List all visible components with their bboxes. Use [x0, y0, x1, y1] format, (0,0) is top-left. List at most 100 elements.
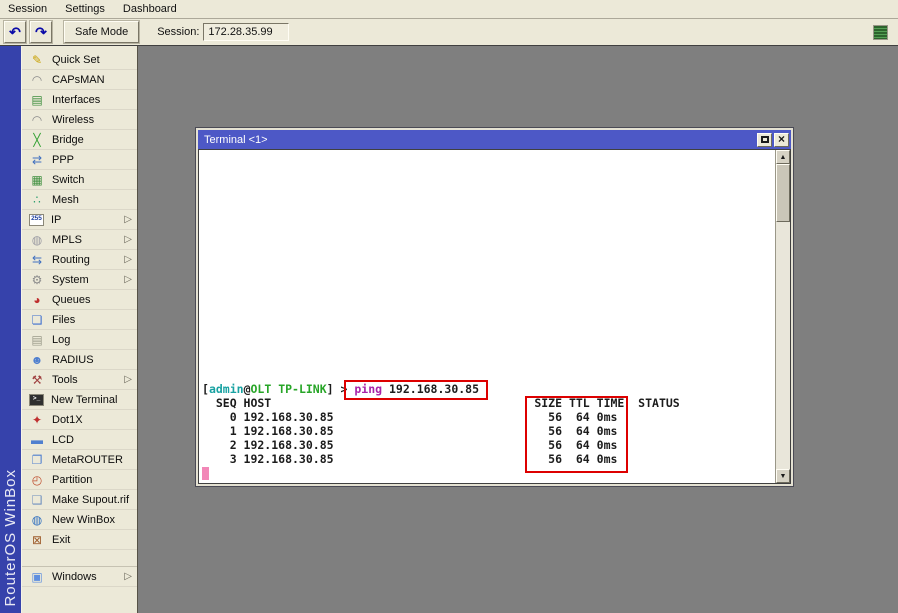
- sidebar-item-routing[interactable]: ⇆Routing▷: [22, 250, 137, 270]
- sidebar-item-label: Files: [52, 314, 75, 326]
- sidebar-separator: [22, 550, 137, 567]
- menu-bar: Session Settings Dashboard: [0, 0, 898, 19]
- terminal-scrollbar[interactable]: ▲ ▼: [775, 150, 790, 483]
- sidebar-item-label: Bridge: [52, 134, 84, 146]
- terminal-content[interactable]: [admin@OLT TP-LINK] > ping 192.168.30.85…: [199, 150, 775, 483]
- sidebar-item-quick-set[interactable]: ✎Quick Set: [22, 50, 137, 70]
- submenu-arrow-icon: ▷: [124, 214, 132, 225]
- scroll-down-button[interactable]: ▼: [776, 469, 790, 483]
- undo-icon: ↶: [9, 25, 21, 39]
- submenu-arrow-icon: ▷: [124, 274, 132, 285]
- metarouter-icon: ❐: [29, 452, 45, 468]
- sidebar-item-new-terminal[interactable]: >_New Terminal: [22, 390, 137, 410]
- terminal-header-line: SEQ HOST SIZE TTL TIME STATUS: [202, 396, 680, 410]
- exit-icon: ⊠: [29, 532, 45, 548]
- sidebar-item-windows[interactable]: ▣Windows▷: [22, 567, 137, 587]
- close-icon: ×: [778, 133, 785, 145]
- switch-icon: ▦: [29, 172, 45, 188]
- sidebar-item-label: Queues: [52, 294, 91, 306]
- sidebar-item-label: MetaROUTER: [52, 454, 123, 466]
- sidebar-item-exit[interactable]: ⊠ Exit: [22, 530, 137, 550]
- sidebar-item-radius[interactable]: ☻RADIUS: [22, 350, 137, 370]
- sidebar-item-queues[interactable]: ◕ Queues: [22, 290, 137, 310]
- mesh-icon: ∴: [29, 192, 45, 208]
- sidebar-item-capsman[interactable]: ◠ CAPsMAN: [22, 70, 137, 90]
- sidebar-item-label: Wireless: [52, 114, 94, 126]
- redo-icon: ↷: [35, 25, 47, 39]
- maximize-icon: [761, 136, 769, 143]
- sidebar-item-label: Mesh: [52, 194, 79, 206]
- prompt-segment-default: ] >: [327, 382, 355, 396]
- sidebar-item-label: PPP: [52, 154, 74, 166]
- menu-dashboard[interactable]: Dashboard: [123, 3, 177, 15]
- terminal-prompt-line: [admin@OLT TP-LINK] > ping 192.168.30.85: [202, 382, 680, 396]
- sidebar-item-tools[interactable]: ⚒Tools▷: [22, 370, 137, 390]
- sidebar-item-mpls[interactable]: ◍MPLS▷: [22, 230, 137, 250]
- antenna-icon: ◠: [29, 72, 45, 88]
- undo-button[interactable]: ↶: [4, 21, 26, 43]
- prompt-segment-user: admin: [209, 382, 244, 396]
- menu-settings[interactable]: Settings: [65, 3, 105, 15]
- sidebar-item-log[interactable]: ▤Log: [22, 330, 137, 350]
- sidebar-item-interfaces[interactable]: ▤ Interfaces: [22, 90, 137, 110]
- sidebar-item-label: Dot1X: [52, 414, 83, 426]
- sidebar-item-label: CAPsMAN: [52, 74, 105, 86]
- sidebar-item-bridge[interactable]: ╳ Bridge: [22, 130, 137, 150]
- arrow-up-icon: ▲: [780, 154, 787, 161]
- session-input[interactable]: [203, 23, 289, 41]
- interfaces-icon: ▤: [29, 92, 45, 108]
- windows-icon: ▣: [29, 569, 45, 585]
- sidebar-item-label: Interfaces: [52, 94, 100, 106]
- sidebar-item-label: System: [52, 274, 89, 286]
- winbox-icon: ◍: [29, 512, 45, 528]
- sidebar-item-make-supout-rif[interactable]: ❑Make Supout.rif: [22, 490, 137, 510]
- sidebar-item-wireless[interactable]: ◠Wireless: [22, 110, 137, 130]
- session-label: Session:: [157, 26, 199, 38]
- scrollbar-track[interactable]: [776, 222, 790, 469]
- queues-icon: ◕: [29, 292, 45, 308]
- partition-icon: ◴: [29, 472, 45, 488]
- sidebar-item-lcd[interactable]: ▬LCD: [22, 430, 137, 450]
- sidebar-item-system[interactable]: ⚙ System ▷: [22, 270, 137, 290]
- ip-icon: 255: [29, 214, 44, 226]
- menu-session[interactable]: Session: [8, 3, 47, 15]
- sidebar-item-label: Exit: [52, 534, 70, 546]
- sidebar-item-ip[interactable]: 255IP▷: [22, 210, 137, 230]
- terminal-cursor: [202, 467, 209, 480]
- mpls-icon: ◍: [29, 232, 45, 248]
- terminal-output-row: 3 192.168.30.85 56 64 0ms: [202, 452, 680, 466]
- sidebar-item-dot1x[interactable]: ✦ Dot1X: [22, 410, 137, 430]
- safe-mode-button[interactable]: Safe Mode: [64, 21, 139, 43]
- close-button[interactable]: ×: [774, 133, 789, 147]
- sidebar-item-switch[interactable]: ▦ Switch: [22, 170, 137, 190]
- redo-button[interactable]: ↷: [30, 21, 52, 43]
- sidebar-item-label: Log: [52, 334, 70, 346]
- bridge-icon: ╳: [29, 132, 45, 148]
- terminal-window: Terminal <1> × [admin@OLT TP-LINK] > pin…: [196, 128, 793, 486]
- terminal-icon: >_: [29, 394, 44, 406]
- sidebar-item-files[interactable]: ❏Files: [22, 310, 137, 330]
- sidebar-item-label: MPLS: [52, 234, 82, 246]
- toolbar: ↶ ↷ Safe Mode Session:: [0, 19, 898, 46]
- scrollbar-thumb[interactable]: [776, 164, 790, 222]
- sidebar-item-ppp[interactable]: ⇄ PPP: [22, 150, 137, 170]
- scroll-up-button[interactable]: ▲: [776, 150, 790, 164]
- terminal-titlebar[interactable]: Terminal <1> ×: [198, 130, 791, 149]
- sidebar-item-label: Quick Set: [52, 54, 100, 66]
- sidebar-item-label: Switch: [52, 174, 84, 186]
- system-icon: ⚙: [29, 272, 45, 288]
- tools-icon: ⚒: [29, 372, 45, 388]
- dot1x-icon: ✦: [29, 412, 45, 428]
- sidebar: RouterOS WinBox ✎Quick Set ◠ CAPsMAN ▤ Inter…: [0, 46, 138, 613]
- arrow-down-icon: ▼: [780, 473, 787, 480]
- prompt-segment-default: 192.168.30.85: [382, 382, 479, 396]
- maximize-button[interactable]: [757, 133, 772, 147]
- routing-icon: ⇆: [29, 252, 45, 268]
- terminal-window-controls: ×: [757, 133, 791, 147]
- sidebar-item-metarouter[interactable]: ❐ MetaROUTER: [22, 450, 137, 470]
- ppp-icon: ⇄: [29, 152, 45, 168]
- sidebar-item-new-winbox[interactable]: ◍New WinBox: [22, 510, 137, 530]
- sidebar-item-mesh[interactable]: ∴ Mesh: [22, 190, 137, 210]
- sidebar-item-partition[interactable]: ◴Partition: [22, 470, 137, 490]
- brand-vertical-text: RouterOS WinBox: [2, 469, 19, 607]
